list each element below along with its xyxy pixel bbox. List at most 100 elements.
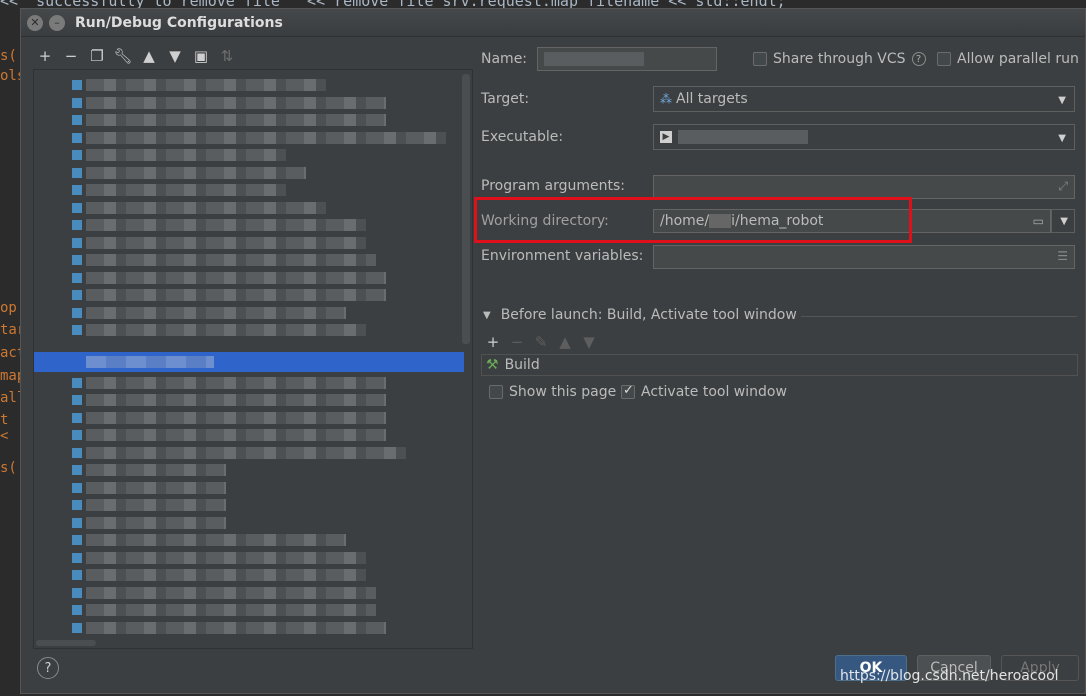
add-config-button[interactable]: +	[33, 45, 57, 67]
show-page-checkbox-row[interactable]: Show this page	[489, 384, 616, 400]
environment-variables-label: Environment variables:	[481, 248, 644, 264]
tree-item[interactable]	[72, 78, 326, 92]
remove-config-button[interactable]: −	[59, 45, 83, 67]
tree-item[interactable]	[72, 568, 366, 582]
redacted-config-name	[86, 149, 286, 161]
tree-vertical-scrollbar[interactable]	[462, 74, 470, 344]
before-launch-toolbar: + − ✎ ▲ ▼	[483, 332, 599, 352]
list-icon[interactable]: ☰	[1057, 249, 1068, 263]
tree-item[interactable]	[72, 113, 386, 127]
redacted-executable-value	[678, 130, 808, 144]
program-arguments-label: Program arguments:	[481, 178, 625, 194]
before-launch-list[interactable]: ⚒ Build	[481, 354, 1078, 376]
share-vcs-checkbox[interactable]	[753, 52, 767, 66]
tree-item[interactable]	[72, 183, 286, 197]
activate-tool-window-checkbox-row[interactable]: Activate tool window	[621, 383, 787, 400]
allow-parallel-checkbox[interactable]	[937, 52, 951, 66]
redacted-config-name	[86, 481, 226, 494]
tree-item[interactable]	[72, 603, 376, 617]
tree-item[interactable]	[72, 131, 446, 145]
config-icon	[72, 552, 82, 563]
configurations-tree[interactable]	[33, 69, 473, 649]
copy-config-button[interactable]: ❐	[85, 45, 109, 67]
task-up-button[interactable]: ▲	[555, 332, 575, 352]
tree-item[interactable]	[72, 166, 306, 180]
task-down-button[interactable]: ▼	[579, 332, 599, 352]
config-icon	[72, 447, 82, 458]
environment-variables-field[interactable]: ☰	[653, 245, 1075, 269]
add-task-button[interactable]: +	[483, 332, 503, 352]
redacted-config-name	[86, 376, 386, 389]
config-icon	[72, 570, 82, 580]
arrow-up-icon: ▲	[143, 47, 155, 65]
before-launch-header[interactable]: ▼ Before launch: Build, Activate tool wi…	[483, 307, 797, 323]
tree-horizontal-scrollbar[interactable]	[36, 640, 96, 646]
executable-combo[interactable]: ▶ ▼	[653, 124, 1075, 150]
tree-item[interactable]	[72, 463, 226, 477]
redacted-config-name	[86, 499, 226, 511]
redacted-config-name	[86, 79, 326, 91]
redacted-config-name	[86, 166, 306, 179]
tree-item[interactable]	[72, 148, 286, 162]
target-combo[interactable]: ⁂ All targets ▼	[653, 86, 1075, 112]
tree-item[interactable]	[72, 481, 226, 495]
tree-item[interactable]	[72, 323, 366, 337]
before-launch-title: Before launch: Build, Activate tool wind…	[500, 307, 797, 323]
redacted-config-name	[86, 356, 214, 368]
tree-item[interactable]	[72, 306, 346, 320]
config-icon	[72, 325, 82, 335]
tree-item[interactable]	[72, 288, 386, 302]
tree-item[interactable]	[72, 411, 386, 425]
folder-icon[interactable]: ▭	[1033, 214, 1044, 228]
minus-icon: −	[510, 333, 524, 351]
tree-item[interactable]	[72, 96, 386, 110]
move-to-folder-button[interactable]: ▣	[189, 45, 213, 67]
redacted-config-name	[86, 516, 226, 529]
redacted-config-name	[86, 429, 386, 441]
arrow-up-icon: ▲	[559, 333, 571, 351]
program-arguments-field[interactable]: ⤢	[653, 175, 1075, 199]
expand-icon[interactable]: ⤢	[1058, 179, 1068, 194]
remove-task-button[interactable]: −	[507, 332, 527, 352]
tree-item[interactable]	[72, 271, 386, 285]
tree-item[interactable]	[72, 218, 366, 232]
config-icon	[72, 255, 82, 265]
allow-parallel-checkbox-row[interactable]: Allow parallel run	[937, 51, 1079, 67]
plus-icon: +	[38, 47, 52, 65]
redacted-config-name	[86, 184, 286, 196]
activate-tool-window-checkbox[interactable]	[621, 383, 635, 399]
help-icon[interactable]: ?	[911, 52, 926, 66]
tree-item[interactable]	[72, 446, 406, 460]
config-icon	[72, 237, 82, 248]
minimize-window-button[interactable]: –	[49, 14, 65, 31]
sort-button[interactable]: ⇅	[215, 45, 239, 67]
tree-item[interactable]	[72, 393, 386, 407]
tree-item[interactable]	[72, 376, 386, 390]
config-icon	[72, 517, 82, 528]
close-window-button[interactable]: ✕	[27, 14, 43, 31]
tree-item[interactable]	[72, 533, 346, 547]
name-field[interactable]	[537, 47, 717, 71]
highlight-box	[474, 197, 912, 243]
tree-item[interactable]	[72, 253, 376, 267]
close-icon: ✕	[30, 16, 40, 29]
tree-item[interactable]	[72, 621, 386, 635]
redacted-config-name	[86, 586, 376, 599]
tree-item[interactable]	[72, 236, 366, 250]
move-up-button[interactable]: ▲	[137, 45, 161, 67]
tree-item[interactable]	[72, 516, 226, 530]
working-directory-dropdown[interactable]: ▼	[1051, 209, 1075, 233]
tree-item[interactable]	[72, 551, 366, 565]
help-button[interactable]: ?	[37, 657, 59, 679]
tree-item[interactable]	[72, 498, 226, 512]
share-vcs-checkbox-row[interactable]: Share through VCS ?	[753, 51, 926, 67]
selected-config-row[interactable]	[34, 352, 464, 372]
edit-defaults-button[interactable]: 🔧︎	[111, 45, 135, 67]
tree-item[interactable]	[72, 428, 386, 442]
move-down-button[interactable]: ▼	[163, 45, 187, 67]
tree-item[interactable]	[72, 201, 326, 215]
chevron-down-icon: ▼	[1058, 133, 1066, 144]
show-page-checkbox[interactable]	[489, 385, 503, 399]
edit-task-button[interactable]: ✎	[531, 332, 551, 352]
tree-item[interactable]	[72, 586, 376, 600]
